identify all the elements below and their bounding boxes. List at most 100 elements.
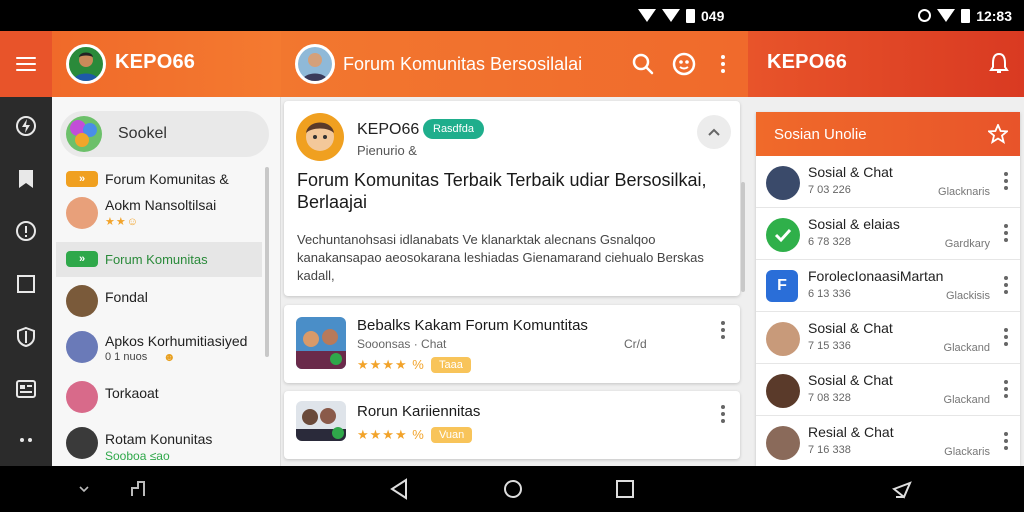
row-name: Sosial & Chat <box>808 164 893 180</box>
list-item-label: Rotam Konunitas <box>105 431 213 447</box>
forum-card-title: Bebalks Kakam Forum Komuntitas <box>357 317 588 334</box>
row-status: Glackand <box>943 342 990 354</box>
more-icon[interactable] <box>15 429 37 451</box>
keyboard-icon[interactable] <box>890 477 914 501</box>
list-item-emoji: ☻ <box>163 350 176 364</box>
list-item[interactable]: Sosial & Chat 7 15 336 Glackand <box>756 312 1020 364</box>
status-right-group: 12:83 <box>918 0 1012 31</box>
avatar <box>66 381 98 413</box>
panel-header: Sosian Unolie <box>756 112 1020 156</box>
search-box[interactable]: Sookel <box>60 111 269 157</box>
avatar <box>66 197 98 229</box>
list-item[interactable]: Resial & Chat 7 16 338 Glackaris <box>756 416 1020 468</box>
battery-icon <box>961 8 971 23</box>
list-item[interactable]: Sosial & Chat 7 03 226 Glacknaris <box>756 156 1020 208</box>
flower-avatar-icon <box>70 120 97 147</box>
list-item[interactable]: » Forum Komunitas & <box>58 169 262 193</box>
list-item[interactable]: Aokm Nansoltilsai ★★☺ <box>58 193 262 239</box>
share-icon <box>708 128 720 136</box>
flash-icon[interactable] <box>15 115 37 137</box>
avatar[interactable] <box>295 44 335 84</box>
gallery-icon[interactable] <box>15 378 37 400</box>
list-item[interactable]: Apkos Korhumitiasiyed 0 1 nuos ☻ <box>58 329 262 375</box>
emoji-icon[interactable] <box>671 51 697 77</box>
status-left-group: 049 <box>638 0 724 31</box>
list-item-label: Forum Komunitas & <box>105 171 229 187</box>
forum-card[interactable]: Rorun Kariiennitas ★★★★ % Vuan <box>284 391 740 459</box>
square-icon[interactable] <box>15 273 37 295</box>
overflow-menu-icon[interactable] <box>1004 328 1008 346</box>
bookmark-icon[interactable] <box>15 168 37 190</box>
status-left-text: 049 <box>701 7 725 24</box>
forum-card-title: Rorun Kariiennitas <box>357 403 481 420</box>
list-item-chip: » <box>66 251 98 267</box>
avatar[interactable] <box>66 44 106 84</box>
recents-icon[interactable] <box>614 478 636 500</box>
check-icon <box>766 218 800 252</box>
group-photo-icon <box>296 329 346 369</box>
forum-feed: KEPO66 Rasdfda Pienurio & Forum Komunita… <box>281 97 748 466</box>
overflow-menu-icon[interactable] <box>721 405 725 423</box>
row-name: ForolecIonaasiMartan <box>808 268 944 284</box>
back-icon[interactable] <box>388 477 410 501</box>
status-time: 12:83 <box>976 7 1012 24</box>
search-icon[interactable] <box>631 52 655 76</box>
rotate-icon[interactable] <box>128 478 150 500</box>
forum-card-sub: Sooonsas · Chat <box>357 337 447 351</box>
overflow-menu-icon[interactable] <box>721 55 725 73</box>
row-name: Sosial & Chat <box>808 320 893 336</box>
post-card[interactable]: KEPO66 Rasdfda Pienurio & Forum Komunita… <box>284 101 740 296</box>
wifi-icon <box>638 9 656 22</box>
list-item[interactable]: Torkaoat <box>58 379 262 423</box>
group-avatar-icon <box>298 47 332 81</box>
overflow-menu-icon[interactable] <box>1004 276 1008 294</box>
overflow-menu-icon[interactable] <box>1004 380 1008 398</box>
overflow-menu-icon[interactable] <box>721 321 725 339</box>
row-status: Gardkary <box>944 238 990 250</box>
list-item-chip: » <box>66 171 98 187</box>
list-item-sub: 0 1 nuos <box>105 351 148 363</box>
cartoon-avatar-icon <box>306 122 334 151</box>
star-icon[interactable] <box>988 124 1008 144</box>
shield-icon[interactable] <box>15 326 37 348</box>
app-screen: 049 12:83 KEPO66 Forum Komunitas Bersosi… <box>0 0 1024 512</box>
reply-button[interactable] <box>697 115 731 149</box>
list-item[interactable]: Fondal <box>58 283 262 327</box>
overflow-menu-icon[interactable] <box>1004 224 1008 242</box>
wifi-icon <box>937 9 956 22</box>
row-count: 6 13 336 <box>808 288 851 300</box>
list-item[interactable]: F ForolecIonaasiMartan 6 13 336 Glackisi… <box>756 260 1020 312</box>
forum-card-chip: Taaa <box>431 357 471 373</box>
list-item[interactable]: Sosial & Chat 7 08 328 Glackand <box>756 364 1020 416</box>
scrollbar[interactable] <box>265 167 269 357</box>
app-title: KEPO66 <box>115 51 196 73</box>
scrollbar[interactable] <box>741 182 745 292</box>
chevron-down-icon[interactable] <box>76 481 92 497</box>
menu-button[interactable] <box>0 31 52 97</box>
post-headline: Forum Komunitas Terbaik Terbaik udiar Be… <box>297 170 707 212</box>
forum-thumbnail <box>296 317 346 369</box>
post-body: Vechuntanohsasi idlanabats Ve klanarktak… <box>297 232 704 283</box>
forum-card-rating: ★★★★ % <box>357 427 425 442</box>
list-item-selected[interactable]: » Forum Komunitas <box>56 242 262 277</box>
bell-icon[interactable] <box>988 51 1010 75</box>
info-icon[interactable] <box>15 220 37 242</box>
post-author: KEPO66 <box>357 121 420 138</box>
nav-rail <box>0 31 52 466</box>
overflow-menu-icon[interactable] <box>1004 172 1008 190</box>
forum-card[interactable]: Bebalks Kakam Forum Komuntitas Sooonsas … <box>284 305 740 383</box>
avatar[interactable] <box>296 113 344 161</box>
avatar <box>766 166 800 200</box>
list-item-label: Apkos Korhumitiasiyed <box>105 333 248 349</box>
row-count: 7 16 338 <box>808 444 851 456</box>
overflow-menu-icon[interactable] <box>1004 432 1008 450</box>
home-icon[interactable] <box>501 477 525 501</box>
row-count: 7 03 226 <box>808 184 851 196</box>
avatar <box>66 427 98 459</box>
forum-card-rating: ★★★★ % <box>357 357 425 372</box>
avatar <box>766 426 800 460</box>
list-item[interactable]: Rotam Konunitas Sooboa ≤ao <box>58 425 262 465</box>
list-item-label: Fondal <box>105 289 148 305</box>
list-item[interactable]: Sosial & elaias 6 78 328 Gardkary <box>756 208 1020 260</box>
forum-thumbnail <box>296 401 346 441</box>
